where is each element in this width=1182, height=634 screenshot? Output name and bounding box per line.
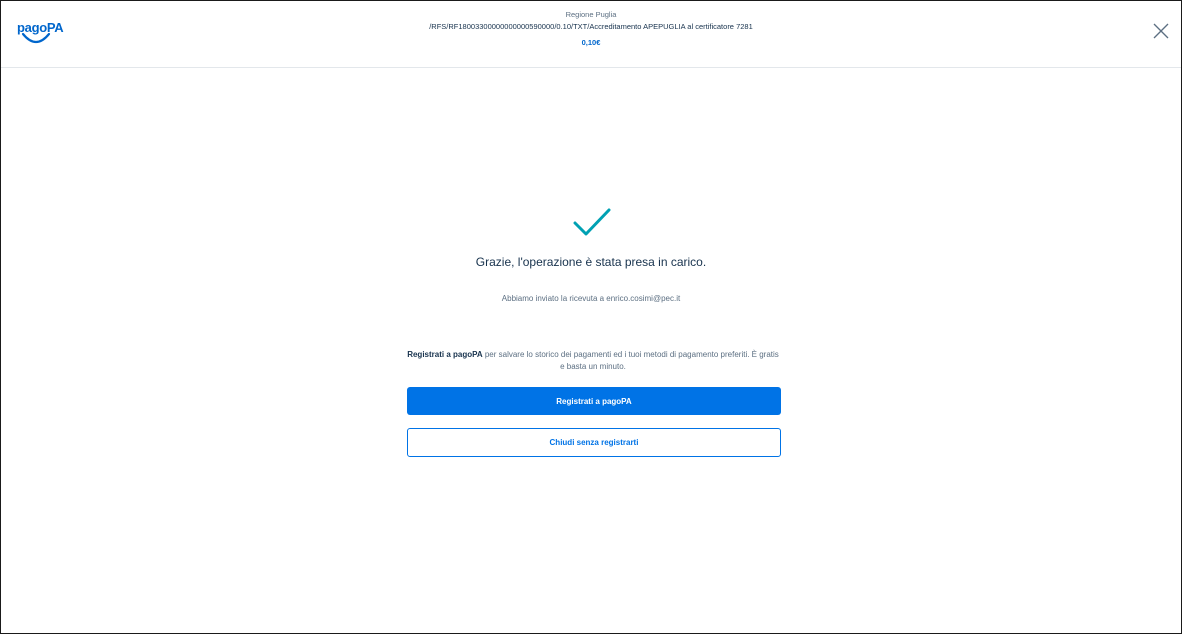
logo-arc-icon <box>21 32 51 44</box>
creditor-name: Regione Puglia <box>565 10 617 19</box>
payment-summary: Regione Puglia /RFS/RF180033000000000005… <box>241 1 941 48</box>
payment-window: pagoPA Regione Puglia /RFS/RF18003300000… <box>0 0 1182 634</box>
promo-bold: Registrati a pagoPA <box>407 350 483 359</box>
registration-promo: Registrati a pagoPA per salvare lo stori… <box>407 349 779 373</box>
checkmark-icon <box>573 208 611 236</box>
close-icon[interactable] <box>1151 21 1171 41</box>
success-title: Grazie, l'operazione è stata presa in ca… <box>475 255 707 269</box>
payment-amount: 0,10€ <box>581 38 601 47</box>
payment-subject: /RFS/RF18003300000000000590000/0.10/TXT/… <box>429 22 753 31</box>
receipt-message: Abbiamo inviato la ricevuta a enrico.cos… <box>501 294 681 303</box>
main-content: Grazie, l'operazione è stata presa in ca… <box>1 68 1181 633</box>
header: pagoPA Regione Puglia /RFS/RF18003300000… <box>1 1 1181 68</box>
close-without-register-button[interactable]: Chiudi senza registrarti <box>407 428 781 457</box>
register-button[interactable]: Registrati a pagoPA <box>407 387 781 415</box>
pagopa-logo: pagoPA <box>13 17 64 49</box>
promo-text: per salvare lo storico dei pagamenti ed … <box>482 350 779 371</box>
